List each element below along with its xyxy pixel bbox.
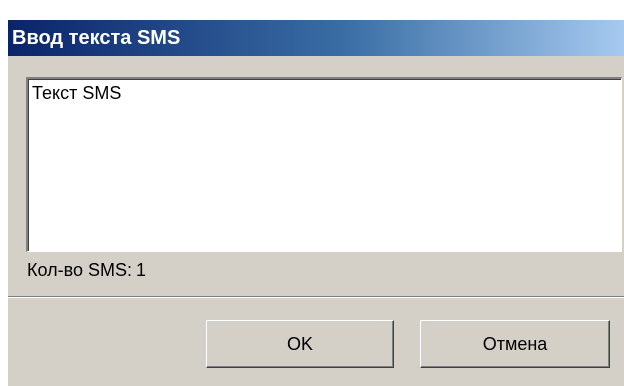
ok-button[interactable]: OK bbox=[206, 320, 394, 368]
dialog-title: Ввод текста SMS bbox=[12, 27, 181, 49]
cancel-button[interactable]: Отмена bbox=[420, 320, 610, 368]
sms-text-area[interactable]: Текст SMS bbox=[26, 77, 622, 252]
sms-count-value: 1 bbox=[135, 260, 146, 280]
dialog-title-bar[interactable]: Ввод текста SMS bbox=[8, 20, 624, 56]
sms-text-value: Текст SMS bbox=[32, 83, 122, 103]
button-area-divider bbox=[8, 296, 624, 298]
sms-count-row: Кол-во SMS: 1 bbox=[27, 260, 146, 281]
sms-input-dialog: Ввод текста SMS Текст SMS Кол-во SMS: 1 O… bbox=[7, 19, 624, 386]
screen: Ввод текста SMS Текст SMS Кол-во SMS: 1 O… bbox=[0, 0, 624, 386]
sms-count-label: Кол-во SMS: bbox=[27, 260, 132, 280]
